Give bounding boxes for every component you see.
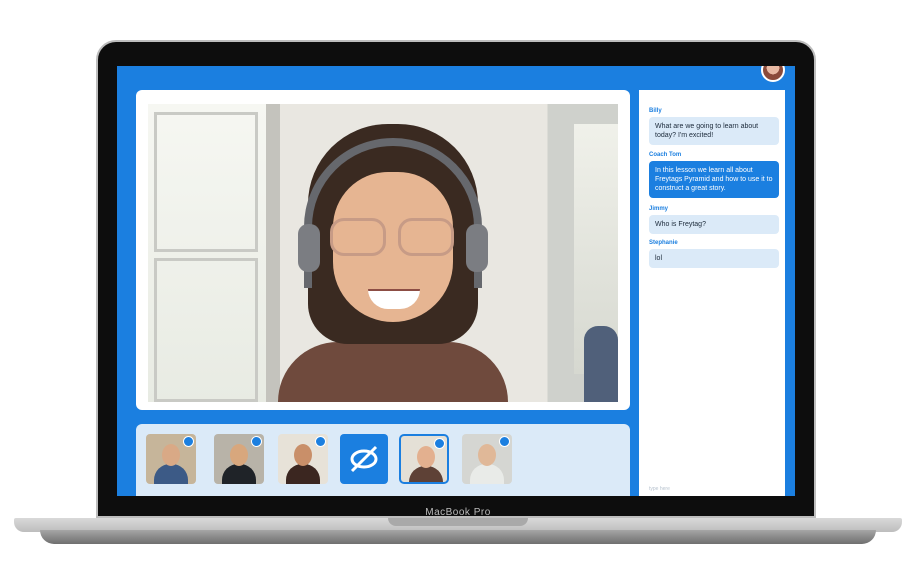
participant-thumb-3[interactable] <box>278 434 328 484</box>
chat-sender: Jimmy <box>649 206 669 212</box>
main-video-feed <box>148 104 618 402</box>
chat-sender: Billy <box>649 108 662 114</box>
participant-thumb-5[interactable] <box>399 434 449 484</box>
chat-bubble: Who is Freytag? <box>649 215 779 234</box>
mic-icon <box>251 436 262 447</box>
mic-icon <box>315 436 326 447</box>
participant-thumb-2[interactable] <box>214 434 264 484</box>
chat-message: Jimmy Who is Freytag? <box>649 206 779 234</box>
mic-icon <box>183 436 194 447</box>
participant-strip <box>136 424 630 496</box>
screen-share-tile[interactable] <box>340 434 388 484</box>
laptop-base-bottom <box>40 530 876 544</box>
main-video-card <box>136 90 630 410</box>
mic-icon <box>499 436 510 447</box>
chat-panel: Billy What are we going to learn about t… <box>639 90 785 496</box>
chat-bubble: lol <box>649 249 779 268</box>
chat-bubble: In this lesson we learn all about Freyta… <box>649 161 779 198</box>
chat-sender: Coach Tom <box>649 152 682 158</box>
main-speaker <box>268 114 518 402</box>
participant-thumb-6[interactable] <box>462 434 512 484</box>
app-screen: Billy What are we going to learn about t… <box>117 66 795 496</box>
laptop-notch <box>388 518 528 526</box>
speaker-shirt <box>278 342 508 402</box>
chat-message: Stephanie lol <box>649 240 779 268</box>
app-topbar <box>117 66 795 84</box>
mic-icon <box>434 438 445 449</box>
video-window-left <box>148 104 266 402</box>
video-background-person <box>584 326 618 402</box>
earcup-left <box>298 224 320 272</box>
screen-share-off-icon <box>350 445 378 473</box>
chat-message: Billy What are we going to learn about t… <box>649 108 779 145</box>
chat-input[interactable]: type here <box>649 486 777 492</box>
participant-thumb-1[interactable] <box>146 434 196 484</box>
chat-message: Coach Tom In this lesson we learn all ab… <box>649 152 779 198</box>
chat-sender: Stephanie <box>649 240 678 246</box>
device-brand-label: MacBook Pro <box>425 507 491 518</box>
earcup-right <box>466 224 488 272</box>
chat-bubble: What are we going to learn about today? … <box>649 117 779 145</box>
user-avatar[interactable] <box>761 66 785 82</box>
